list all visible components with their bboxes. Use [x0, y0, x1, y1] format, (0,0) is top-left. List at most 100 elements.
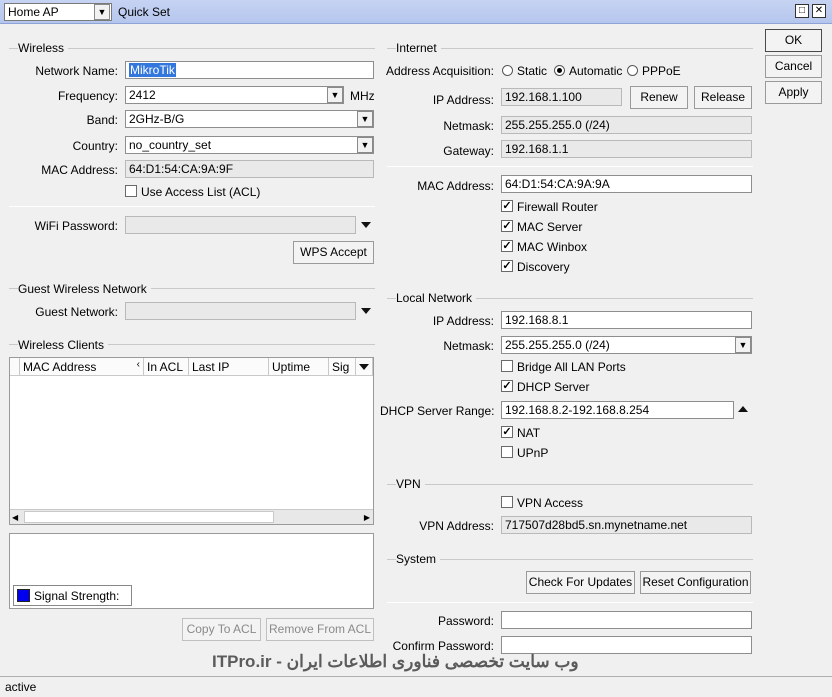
country-select[interactable]: no_country_set	[125, 136, 374, 154]
country-dropdown-icon[interactable]: ▼	[357, 137, 373, 153]
mac-winbox-label: MAC Winbox	[517, 240, 588, 254]
upnp-label: UPnP	[517, 446, 549, 460]
password-input[interactable]	[501, 611, 752, 629]
col-uptime[interactable]: Uptime	[269, 358, 329, 376]
close-icon[interactable]: ✕	[812, 4, 826, 18]
gateway-value: 192.168.1.1	[505, 142, 569, 156]
guest-network-dropdown-icon[interactable]	[361, 308, 371, 314]
col-in-acl[interactable]: In ACL	[144, 358, 189, 376]
local-netmask-dropdown-icon[interactable]: ▼	[735, 337, 751, 353]
renew-button[interactable]: Renew	[630, 86, 688, 109]
upnp-checkbox[interactable]	[501, 446, 513, 458]
internet-netmask-label: Netmask:	[443, 119, 494, 133]
internet-netmask-value: 255.255.255.0 (/24)	[505, 118, 610, 132]
internet-mac-input[interactable]: 64:D1:54:CA:9A:9A	[501, 175, 752, 193]
band-label: Band:	[86, 113, 118, 127]
firewall-router-checkbox[interactable]: ✓	[501, 200, 513, 212]
network-name-label: Network Name:	[35, 64, 118, 78]
wifi-password-label: WiFi Password:	[34, 219, 118, 233]
band-dropdown-icon[interactable]: ▼	[357, 111, 373, 127]
scroll-left-icon[interactable]: ◀	[12, 513, 18, 522]
check-updates-button[interactable]: Check For Updates	[526, 571, 635, 594]
wps-accept-button[interactable]: WPS Accept	[293, 241, 374, 264]
signal-swatch-icon	[17, 589, 30, 602]
system-separator	[387, 602, 753, 603]
country-label: Country:	[72, 139, 118, 153]
local-title: Local Network	[396, 291, 477, 305]
wireless-mac-value: 64:D1:54:CA:9A:9F	[129, 162, 234, 176]
apply-button[interactable]: Apply	[765, 81, 822, 104]
discovery-checkbox[interactable]: ✓	[501, 260, 513, 272]
dhcp-range-input[interactable]: 192.168.8.2-192.168.8.254	[501, 401, 734, 419]
status-text: active	[5, 680, 37, 694]
internet-ip-field: 192.168.1.100	[501, 88, 622, 106]
local-ip-value: 192.168.8.1	[505, 313, 569, 327]
dhcp-range-value: 192.168.8.2-192.168.8.254	[505, 403, 650, 417]
internet-separator	[387, 166, 753, 167]
sort-icon: ‹	[136, 359, 140, 370]
cancel-button[interactable]: Cancel	[765, 55, 822, 78]
wifi-password-input[interactable]	[125, 216, 356, 234]
frequency-select[interactable]: 2412	[125, 86, 344, 104]
password-label: Password:	[437, 614, 494, 628]
copy-to-acl-button[interactable]: Copy To ACL	[182, 618, 261, 641]
acq-pppoe-radio[interactable]	[627, 65, 638, 76]
acq-static-radio[interactable]	[502, 65, 513, 76]
signal-legend-label: Signal Strength:	[34, 589, 120, 603]
clients-table[interactable]: MAC Address ‹ In ACL Last IP Uptime Sig ◀…	[9, 357, 374, 525]
local-ip-input[interactable]: 192.168.8.1	[501, 311, 752, 329]
network-name-input[interactable]: MikroTik	[125, 61, 374, 79]
frequency-dropdown-icon[interactable]: ▼	[327, 87, 343, 103]
ok-button[interactable]: OK	[765, 29, 822, 52]
col-mac-address[interactable]: MAC Address ‹	[20, 358, 144, 376]
scroll-thumb[interactable]	[24, 511, 274, 523]
reset-configuration-button[interactable]: Reset Configuration	[640, 571, 751, 594]
dhcp-server-label: DHCP Server	[517, 380, 590, 394]
table-header-spacer	[10, 358, 20, 376]
window-title: Quick Set	[118, 5, 171, 19]
wireless-mac-field: 64:D1:54:CA:9A:9F	[125, 160, 374, 178]
internet-title: Internet	[396, 41, 441, 55]
frequency-value: 2412	[129, 88, 156, 102]
wifi-password-dropdown-icon[interactable]	[361, 222, 371, 228]
internet-netmask-field: 255.255.255.0 (/24)	[501, 116, 752, 134]
acq-automatic-radio[interactable]	[554, 65, 565, 76]
release-button[interactable]: Release	[694, 86, 752, 109]
acq-pppoe-label: PPPoE	[642, 64, 681, 78]
signal-legend: Signal Strength:	[13, 585, 132, 606]
wireless-separator	[9, 206, 375, 207]
country-value: no_country_set	[129, 138, 212, 152]
band-select[interactable]: 2GHz-B/G	[125, 110, 374, 128]
nat-label: NAT	[517, 426, 541, 440]
firewall-router-label: Firewall Router	[517, 200, 598, 214]
vpn-address-field: 717507d28bd5.sn.mynetname.net	[501, 516, 752, 534]
vpn-access-checkbox[interactable]	[501, 496, 513, 508]
access-list-checkbox[interactable]	[125, 185, 137, 197]
mac-server-checkbox[interactable]: ✓	[501, 220, 513, 232]
access-list-label: Use Access List (ACL)	[141, 185, 261, 199]
local-netmask-select[interactable]: 255.255.255.0 (/24)	[501, 336, 752, 354]
watermark: ITPro.ir - وب سایت تخصصی فناوری اطلاعات …	[212, 652, 579, 671]
col-signal[interactable]: Sig	[329, 358, 356, 376]
system-title: System	[396, 552, 441, 566]
vpn-title: VPN	[396, 477, 425, 491]
title-bar: Home AP ▼ Quick Set □ ✕	[0, 0, 832, 24]
gateway-field: 192.168.1.1	[501, 140, 752, 158]
mac-winbox-checkbox[interactable]: ✓	[501, 240, 513, 252]
col-mac-label: MAC Address	[23, 360, 97, 374]
clients-hscrollbar[interactable]: ◀ ▶	[10, 509, 373, 524]
local-netmask-value: 255.255.255.0 (/24)	[505, 338, 610, 352]
col-last-ip[interactable]: Last IP	[189, 358, 269, 376]
dhcp-range-collapse-icon[interactable]	[738, 406, 748, 412]
maximize-icon[interactable]: □	[795, 4, 809, 18]
dhcp-server-checkbox[interactable]: ✓	[501, 380, 513, 392]
scroll-right-icon[interactable]: ▶	[364, 513, 370, 522]
guest-network-select[interactable]	[125, 302, 356, 320]
columns-menu-button[interactable]	[356, 358, 373, 376]
mode-dropdown-icon[interactable]: ▼	[94, 4, 110, 20]
guest-network-label: Guest Network:	[35, 305, 118, 319]
columns-menu-icon	[359, 364, 369, 370]
bridge-all-checkbox[interactable]	[501, 360, 513, 372]
remove-from-acl-button[interactable]: Remove From ACL	[266, 618, 374, 641]
nat-checkbox[interactable]: ✓	[501, 426, 513, 438]
